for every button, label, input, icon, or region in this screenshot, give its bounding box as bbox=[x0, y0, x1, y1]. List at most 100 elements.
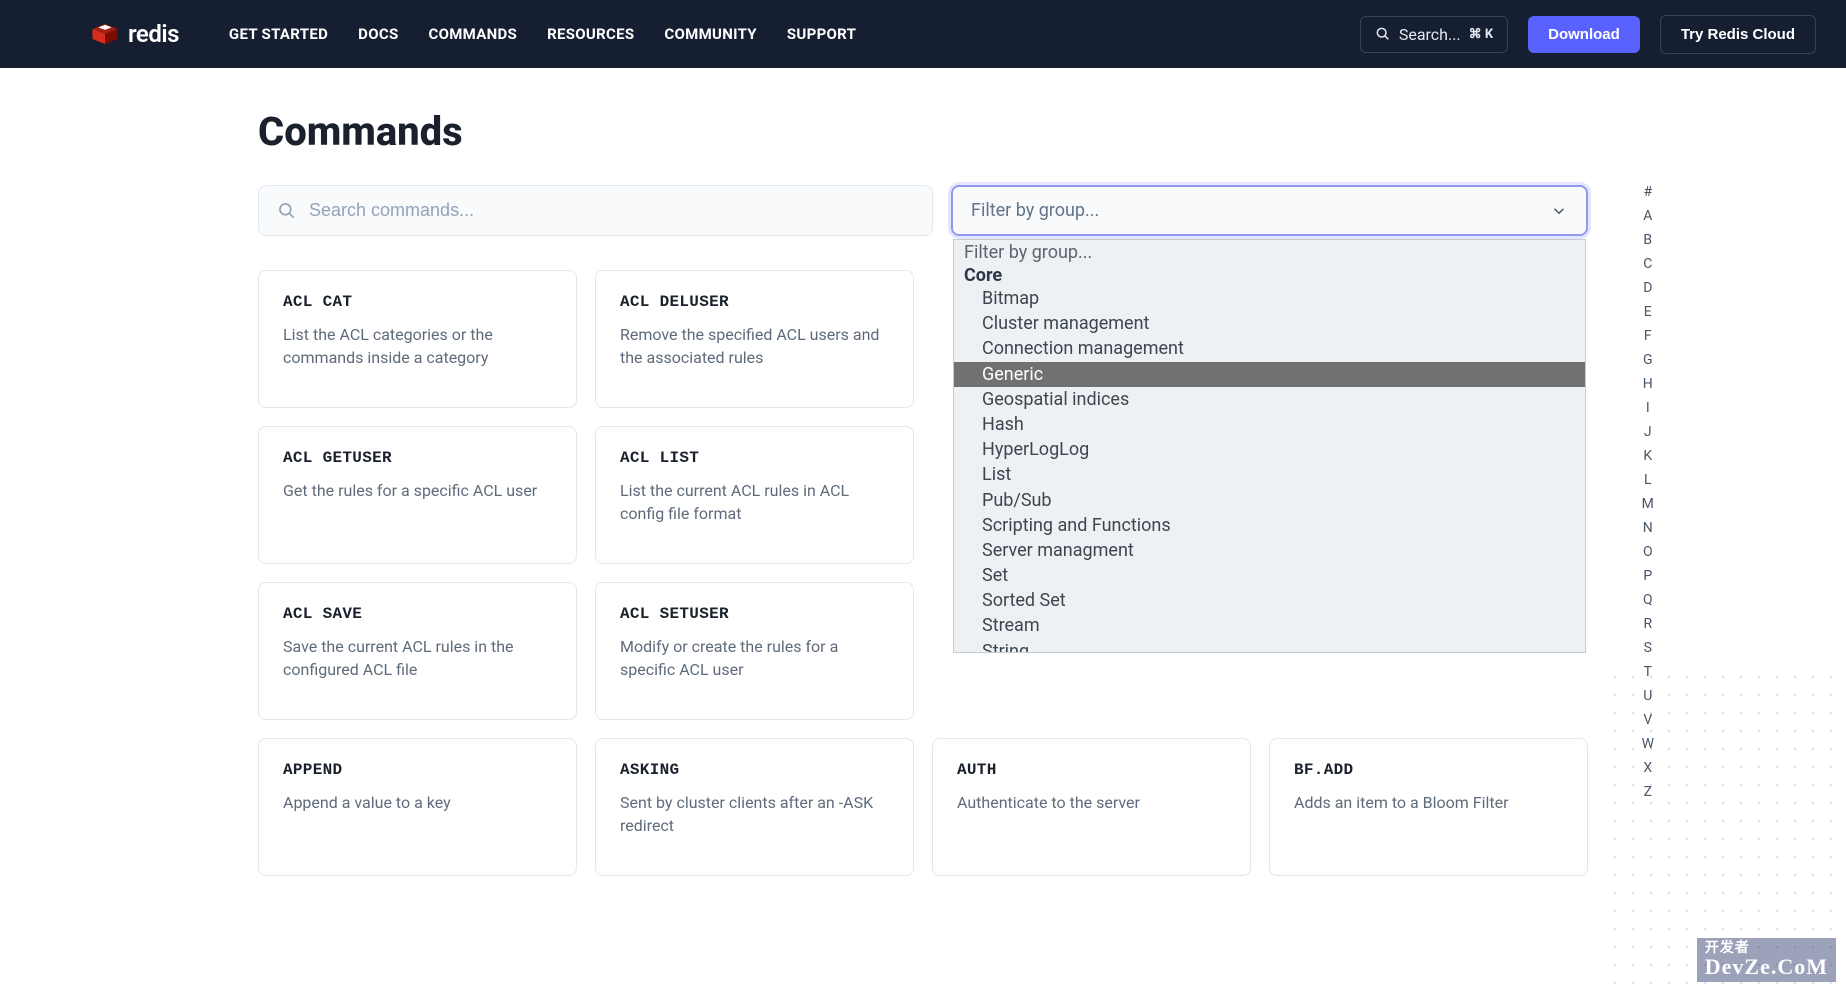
command-card-desc: List the current ACL rules in ACL config… bbox=[620, 479, 889, 525]
alpha-link[interactable]: V bbox=[1636, 708, 1660, 732]
dropdown-item[interactable]: Connection management bbox=[954, 336, 1585, 361]
alpha-link[interactable]: S bbox=[1636, 636, 1660, 660]
command-card-desc: List the ACL categories or the commands … bbox=[283, 323, 552, 369]
alpha-link[interactable]: H bbox=[1636, 372, 1660, 396]
dropdown-item[interactable]: Server managment bbox=[954, 538, 1585, 563]
command-card[interactable]: ACL GETUSER Get the rules for a specific … bbox=[258, 426, 577, 564]
dropdown-item[interactable]: Bitmap bbox=[954, 286, 1585, 311]
nav-community[interactable]: COMMUNITY bbox=[664, 25, 756, 43]
command-card[interactable]: AUTH Authenticate to the server bbox=[932, 738, 1251, 876]
alpha-link[interactable]: C bbox=[1636, 252, 1660, 276]
main-content: Commands Filter by group... Filter by gr… bbox=[258, 68, 1588, 916]
alpha-link[interactable]: M bbox=[1636, 492, 1660, 516]
command-card-desc: Save the current ACL rules in the config… bbox=[283, 635, 552, 681]
command-card-desc: Adds an item to a Bloom Filter bbox=[1294, 791, 1563, 814]
alpha-link[interactable]: X bbox=[1636, 756, 1660, 780]
page-title: Commands bbox=[258, 108, 1588, 155]
alpha-link[interactable]: # bbox=[1636, 180, 1660, 204]
header-search[interactable]: Search... ⌘ K bbox=[1360, 16, 1508, 53]
command-card-desc: Append a value to a key bbox=[283, 791, 552, 814]
alpha-link[interactable]: T bbox=[1636, 660, 1660, 684]
command-card[interactable]: ACL DELUSER Remove the specified ACL user… bbox=[595, 270, 914, 408]
filter-select[interactable]: Filter by group... bbox=[951, 185, 1588, 236]
header-search-label: Search... bbox=[1399, 25, 1461, 44]
command-card-title: ACL SETUSER bbox=[620, 605, 889, 623]
nav-get-started[interactable]: GET STARTED bbox=[229, 25, 328, 43]
nav-docs[interactable]: DOCS bbox=[358, 25, 398, 43]
command-card-title: ACL CAT bbox=[283, 293, 552, 311]
watermark: 开发者 DevZe.CoM bbox=[1697, 938, 1836, 982]
command-card[interactable]: APPENDAppend a value to a key bbox=[258, 738, 577, 876]
alpha-link[interactable]: Q bbox=[1636, 588, 1660, 612]
search-commands-input[interactable] bbox=[309, 200, 914, 221]
command-card-title: ACL LIST bbox=[620, 449, 889, 467]
alpha-link[interactable]: F bbox=[1636, 324, 1660, 348]
controls-row: Filter by group... Filter by group...Cor… bbox=[258, 185, 1588, 236]
command-card-desc: Authenticate to the server bbox=[957, 791, 1226, 814]
alphabet-nav: #ABCDEFGHIJKLMNOPQRSTUVWXZ bbox=[1636, 180, 1660, 804]
command-card-desc: Remove the specified ACL users and the a… bbox=[620, 323, 889, 369]
alpha-link[interactable]: G bbox=[1636, 348, 1660, 372]
filter-select-wrap: Filter by group... Filter by group...Cor… bbox=[951, 185, 1588, 236]
logo[interactable]: redis bbox=[90, 19, 179, 49]
command-card[interactable]: ACL SAVE Save the current ACL rules in th… bbox=[258, 582, 577, 720]
nav-commands[interactable]: COMMANDS bbox=[428, 25, 517, 43]
dropdown-item[interactable]: Scripting and Functions bbox=[954, 513, 1585, 538]
dropdown-item[interactable]: Generic bbox=[954, 362, 1585, 387]
alpha-link[interactable]: B bbox=[1636, 228, 1660, 252]
dropdown-item[interactable]: Sorted Set bbox=[954, 588, 1585, 613]
alpha-link[interactable]: J bbox=[1636, 420, 1660, 444]
command-card-title: ACL GETUSER bbox=[283, 449, 552, 467]
command-card-desc: Sent by cluster clients after an -ASK re… bbox=[620, 791, 889, 837]
command-card[interactable]: ACL CAT List the ACL categories or the co… bbox=[258, 270, 577, 408]
alpha-link[interactable]: O bbox=[1636, 540, 1660, 564]
command-card[interactable]: ACL LIST List the current ACL rules in AC… bbox=[595, 426, 914, 564]
search-commands-box[interactable] bbox=[258, 185, 933, 236]
command-card-title: AUTH bbox=[957, 761, 1226, 779]
command-card-title: ACL SAVE bbox=[283, 605, 552, 623]
filter-select-label: Filter by group... bbox=[971, 200, 1099, 221]
alpha-link[interactable]: A bbox=[1636, 204, 1660, 228]
try-redis-cloud-button[interactable]: Try Redis Cloud bbox=[1660, 15, 1816, 54]
dropdown-item[interactable]: List bbox=[954, 462, 1585, 487]
chevron-down-icon bbox=[1550, 202, 1568, 220]
command-card[interactable]: BF.ADD Adds an item to a Bloom Filter bbox=[1269, 738, 1588, 876]
dropdown-item[interactable]: HyperLogLog bbox=[954, 437, 1585, 462]
command-card[interactable]: ACL SETUSERModify or create the rules fo… bbox=[595, 582, 914, 720]
dropdown-item[interactable]: Geospatial indices bbox=[954, 387, 1585, 412]
command-card-title: ASKING bbox=[620, 761, 889, 779]
dropdown-group-label: Core bbox=[954, 265, 1585, 286]
alpha-link[interactable]: W bbox=[1636, 732, 1660, 756]
dropdown-item[interactable]: Pub/Sub bbox=[954, 488, 1585, 513]
search-icon bbox=[1375, 26, 1391, 42]
nav-support[interactable]: SUPPORT bbox=[787, 25, 856, 43]
alpha-link[interactable]: E bbox=[1636, 300, 1660, 324]
dropdown-placeholder[interactable]: Filter by group... bbox=[954, 240, 1585, 265]
dropdown-item[interactable]: Cluster management bbox=[954, 311, 1585, 336]
alpha-link[interactable]: K bbox=[1636, 444, 1660, 468]
dropdown-item[interactable]: String bbox=[954, 639, 1585, 653]
alpha-link[interactable]: N bbox=[1636, 516, 1660, 540]
dropdown-item[interactable]: Hash bbox=[954, 412, 1585, 437]
alpha-link[interactable]: I bbox=[1636, 396, 1660, 420]
alpha-link[interactable]: U bbox=[1636, 684, 1660, 708]
command-card-desc: Get the rules for a specific ACL user bbox=[283, 479, 552, 502]
alpha-link[interactable]: Z bbox=[1636, 780, 1660, 804]
alpha-link[interactable]: D bbox=[1636, 276, 1660, 300]
alpha-link[interactable]: R bbox=[1636, 612, 1660, 636]
command-card[interactable]: ASKING Sent by cluster clients after an -… bbox=[595, 738, 914, 876]
alpha-link[interactable]: L bbox=[1636, 468, 1660, 492]
dropdown-item[interactable]: Stream bbox=[954, 613, 1585, 638]
search-kbd: ⌘ K bbox=[1469, 27, 1494, 42]
dropdown-item[interactable]: Set bbox=[954, 563, 1585, 588]
filter-dropdown[interactable]: Filter by group...CoreBitmapCluster mana… bbox=[953, 239, 1586, 653]
download-button[interactable]: Download bbox=[1528, 16, 1640, 53]
redis-cube-icon bbox=[90, 19, 120, 49]
command-card-title: ACL DELUSER bbox=[620, 293, 889, 311]
nav-resources[interactable]: RESOURCES bbox=[547, 25, 634, 43]
logo-text: redis bbox=[128, 20, 179, 48]
command-card-title: BF.ADD bbox=[1294, 761, 1563, 779]
alpha-link[interactable]: P bbox=[1636, 564, 1660, 588]
search-icon bbox=[277, 201, 297, 221]
top-header: redis GET STARTED DOCS COMMANDS RESOURCE… bbox=[0, 0, 1846, 68]
